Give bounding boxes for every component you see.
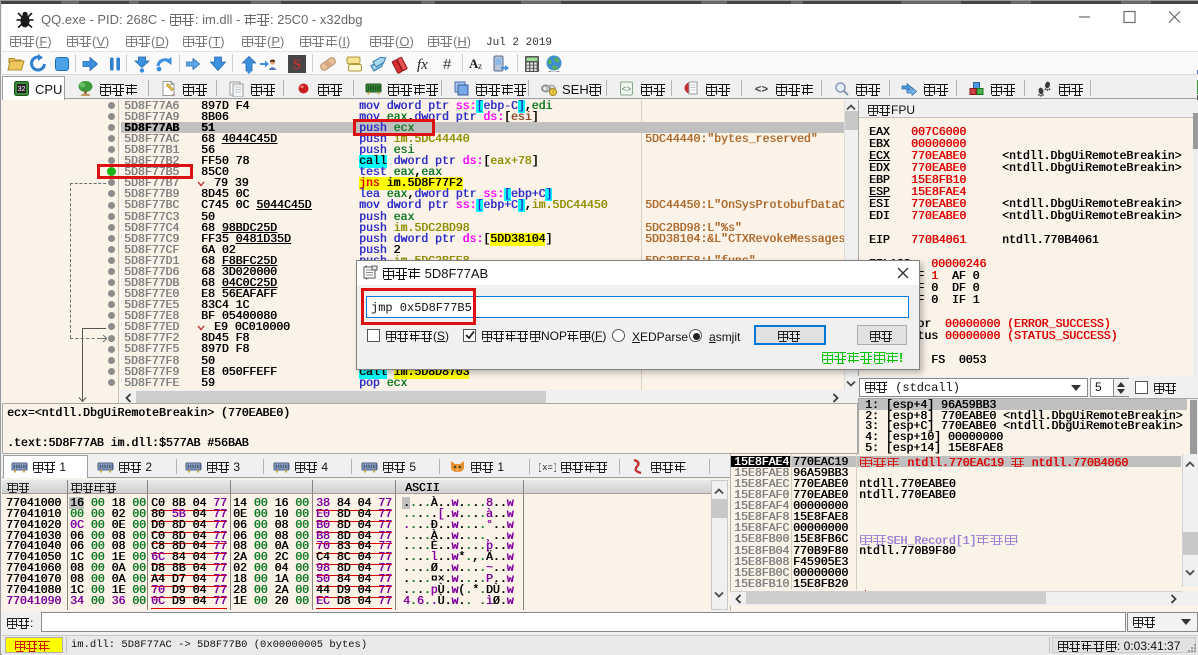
svg-text:[x=]: [x=]: [539, 463, 556, 473]
svg-text:<>: <>: [755, 85, 769, 97]
svg-text:<>: <>: [622, 86, 632, 95]
svg-text:z: z: [478, 61, 482, 71]
svg-text:32: 32: [18, 86, 26, 93]
svg-text:#: #: [443, 56, 452, 73]
svg-text:S: S: [293, 57, 301, 73]
svg-text:fx: fx: [417, 57, 428, 73]
